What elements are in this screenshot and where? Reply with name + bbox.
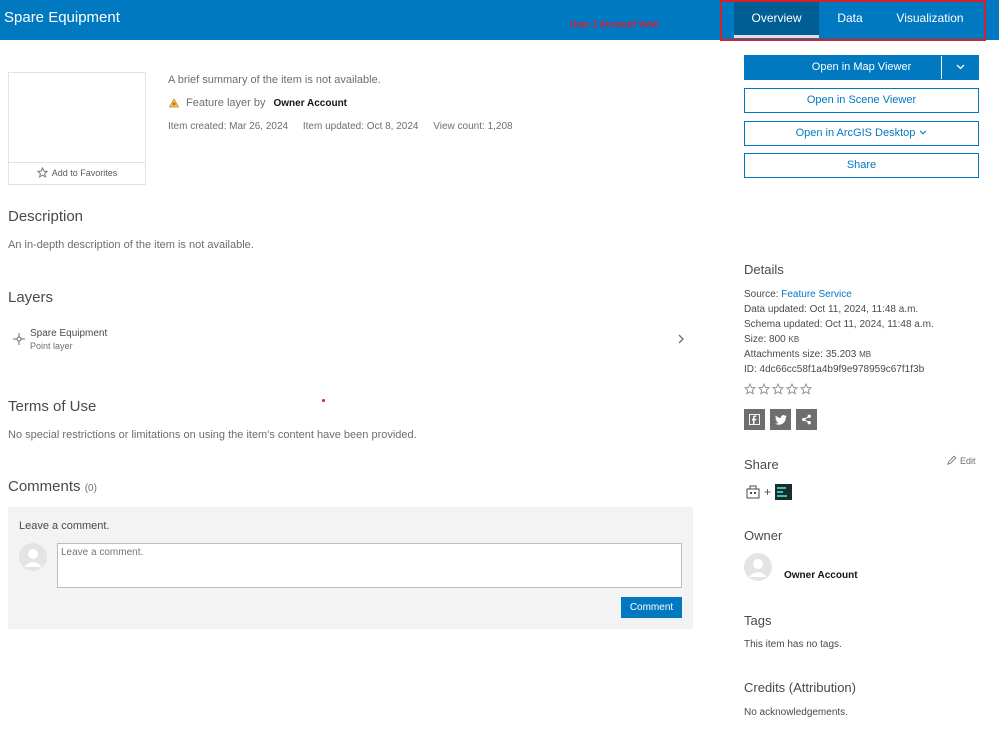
link-share-button[interactable]: [796, 409, 817, 430]
tab-overview[interactable]: Overview: [734, 2, 819, 38]
social-share-bar: [744, 409, 817, 430]
layers-heading: Layers: [8, 289, 54, 306]
owner-avatar-icon: [744, 553, 772, 581]
comments-count: (0): [84, 483, 97, 494]
detail-attachments-size: Attachments size: 35.203 MB: [744, 349, 871, 360]
layer-item-spare-equipment[interactable]: Spare Equipment Point layer: [8, 324, 693, 356]
credits-text: No acknowledgements.: [744, 707, 848, 718]
rating-stars: [744, 383, 812, 395]
chevron-down-icon: [956, 64, 964, 70]
share-plus: +: [764, 485, 772, 499]
star-icon[interactable]: [772, 383, 784, 395]
stray-marker: [322, 399, 325, 402]
credits-heading: Credits (Attribution): [744, 680, 856, 695]
star-icon[interactable]: [744, 383, 756, 395]
comment-input[interactable]: [57, 543, 682, 588]
layer-type: Point layer: [30, 341, 73, 351]
detail-id: ID: 4dc66cc58f1a4b9f9e978959c67f1f3b: [744, 364, 925, 375]
item-updated: Item updated: Oct 8, 2024: [302, 121, 419, 132]
tags-text: This item has no tags.: [744, 639, 842, 650]
attachments-unit: MB: [859, 350, 872, 359]
annotation-label: User 1 Account View: [570, 19, 659, 29]
facebook-share-button[interactable]: [744, 409, 765, 430]
group-thumbnail-icon: [775, 484, 793, 500]
open-in-map-viewer-button[interactable]: Open in Map Viewer: [744, 55, 979, 80]
comments-heading: Comments (0): [8, 478, 97, 495]
attachments-label: Attachments size: 35.203: [744, 349, 860, 360]
open-in-arcgis-desktop-button[interactable]: Open in ArcGIS Desktop: [744, 121, 979, 146]
owner-name-link[interactable]: Owner Account: [784, 570, 858, 581]
tab-data[interactable]: Data: [825, 2, 875, 38]
detail-size: Size: 800 KB: [744, 334, 799, 345]
source-link[interactable]: Feature Service: [781, 289, 852, 300]
item-summary: A brief summary of the item is not avail…: [168, 74, 381, 86]
item-created: Item created: Mar 26, 2024: [168, 121, 289, 132]
tags-heading: Tags: [744, 613, 772, 628]
detail-schema-updated: Schema updated: Oct 11, 2024, 11:48 a.m.: [744, 319, 934, 330]
share-icon: [802, 414, 811, 425]
user-avatar-icon: [19, 543, 47, 571]
edit-share-button[interactable]: Edit: [947, 455, 976, 466]
item-meta: Item created: Mar 26, 2024 Item updated:…: [168, 121, 525, 132]
detail-source: Source: Feature Service: [744, 289, 852, 300]
description-text: An in-depth description of the item is n…: [8, 239, 254, 251]
size-unit: KB: [788, 335, 800, 344]
page-title: Spare Equipment: [4, 9, 120, 26]
size-label: Size: 800: [744, 334, 789, 345]
terms-text: No special restrictions or limitations o…: [8, 429, 417, 441]
comment-button[interactable]: Comment: [621, 597, 682, 618]
chevron-down-icon: [920, 130, 927, 135]
item-thumbnail: Add to Favorites: [8, 72, 146, 185]
share-level-icons: +: [746, 484, 793, 500]
comment-prompt: Leave a comment.: [19, 520, 110, 532]
feature-layer-icon: [168, 98, 180, 108]
share-button[interactable]: Share: [744, 153, 979, 178]
share-heading: Share: [744, 457, 779, 472]
owner-link[interactable]: Owner Account: [273, 98, 347, 109]
star-icon[interactable]: [758, 383, 770, 395]
item-byline: Feature layer by Owner Account: [168, 97, 347, 109]
owner-heading: Owner: [744, 528, 783, 543]
star-icon[interactable]: [800, 383, 812, 395]
twitter-icon: [774, 414, 787, 425]
detail-data-updated: Data updated: Oct 11, 2024, 11:48 a.m.: [744, 304, 919, 315]
star-icon[interactable]: [786, 383, 798, 395]
twitter-share-button[interactable]: [770, 409, 791, 430]
terms-heading: Terms of Use: [8, 398, 97, 415]
comment-panel: Leave a comment. Comment: [8, 507, 693, 629]
point-layer-icon: [13, 333, 25, 345]
item-view-count: View count: 1,208: [433, 121, 513, 132]
source-label: Source:: [744, 289, 782, 300]
open-in-scene-viewer-button[interactable]: Open in Scene Viewer: [744, 88, 979, 113]
arcgis-desktop-label: Open in ArcGIS Desktop: [795, 127, 916, 139]
facebook-icon: [749, 414, 760, 425]
map-viewer-dropdown-button[interactable]: [941, 56, 978, 79]
organization-icon: [746, 485, 760, 499]
star-icon: [36, 166, 48, 178]
layer-name: Spare Equipment: [30, 328, 108, 339]
tab-visualization[interactable]: Visualization: [888, 2, 972, 38]
edit-label: Edit: [960, 456, 976, 466]
details-heading: Details: [744, 262, 784, 277]
chevron-right-icon: [678, 334, 684, 344]
add-to-favorites-button[interactable]: Add to Favorites: [9, 162, 145, 184]
favorites-label: Add to Favorites: [51, 168, 118, 178]
map-viewer-label: Open in Map Viewer: [811, 61, 912, 73]
comments-heading-label: Comments: [8, 478, 81, 495]
item-type-prefix: Feature layer by: [186, 97, 266, 109]
description-heading: Description: [8, 208, 84, 225]
pencil-icon: [947, 455, 957, 465]
